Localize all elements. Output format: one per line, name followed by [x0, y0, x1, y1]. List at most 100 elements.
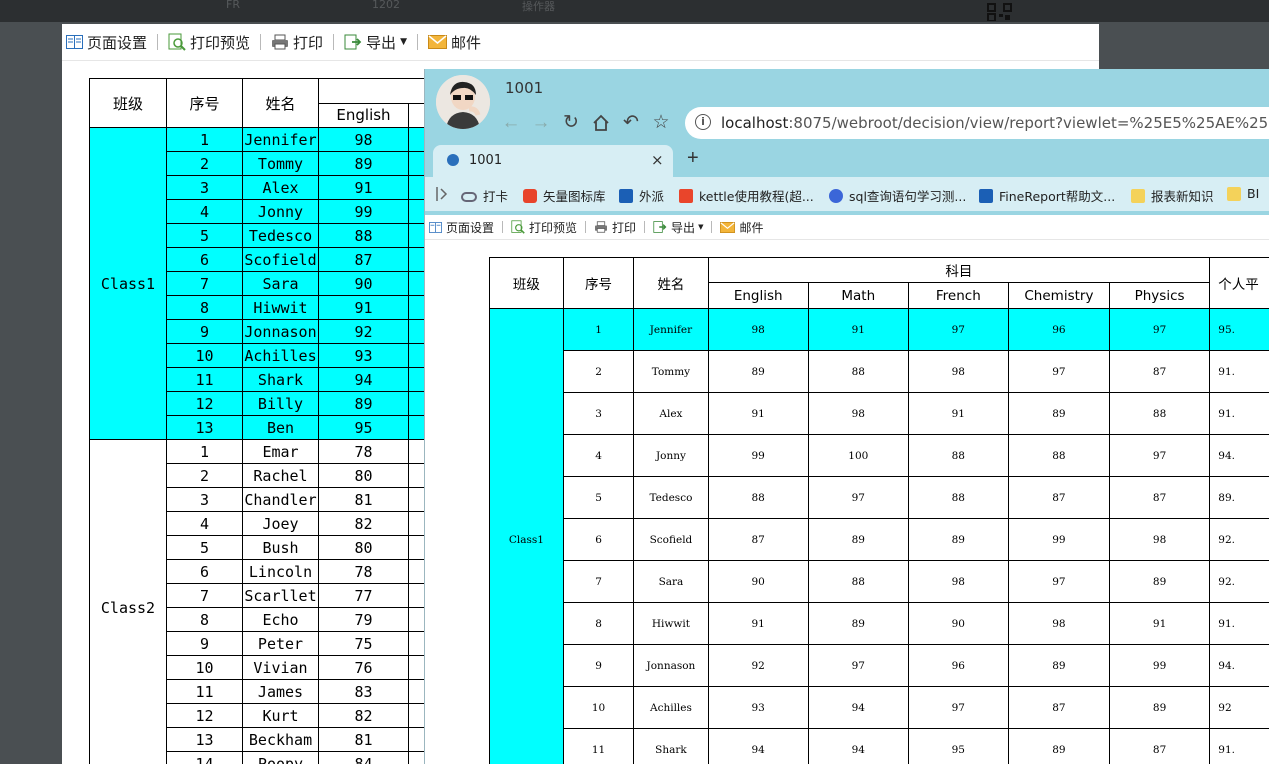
new-tab-button[interactable]: + — [687, 147, 699, 170]
sidebar-toggle-icon[interactable] — [435, 186, 449, 202]
toolbar-divider — [416, 34, 418, 50]
score-cell: 89 — [1007, 644, 1110, 687]
seq-cell: 7 — [166, 271, 243, 296]
seq-cell: 12 — [166, 703, 243, 728]
score-cell: 91 — [807, 308, 909, 351]
score-cell: 98 — [1108, 518, 1211, 561]
seq-cell: 1 — [166, 127, 243, 152]
ghost-text: 操作器 — [522, 0, 555, 13]
bookmark-item[interactable]: kettle使用教程(超... — [679, 186, 814, 205]
back-button[interactable]: ← — [499, 111, 523, 135]
url-host: localhost — [721, 114, 789, 132]
name-cell: Echo — [242, 607, 319, 632]
header-english: English — [318, 102, 409, 128]
export-button[interactable]: 导出 ▼ — [340, 32, 411, 53]
mail-button[interactable]: 邮件 — [424, 32, 485, 53]
name-cell: Tommy — [242, 151, 319, 176]
seq-cell: 11 — [166, 679, 243, 704]
iconfont-icon — [523, 188, 537, 203]
mail-button[interactable]: 邮件 — [716, 219, 767, 236]
avatar[interactable] — [436, 75, 490, 129]
english-cell: 78 — [318, 559, 409, 584]
toolbar-divider — [333, 34, 335, 50]
average-cell: 92 — [1209, 686, 1269, 729]
seq-cell: 5 — [166, 535, 243, 560]
close-icon[interactable]: × — [651, 151, 664, 169]
reload-button[interactable]: ↻ — [559, 111, 583, 135]
bookmark-item[interactable]: 外派 — [619, 186, 664, 205]
link-icon — [461, 191, 477, 202]
export-label: 导出 — [366, 33, 397, 52]
table-row: 4 Jonny 99 100 88 88 97 94. — [490, 434, 1269, 477]
score-cell: 96 — [907, 644, 1009, 687]
bookmark-item[interactable]: 打卡 — [461, 186, 508, 205]
address-bar[interactable]: i localhost:8075/webroot/decision/view/r… — [685, 107, 1269, 139]
name-cell: Chandler — [242, 487, 319, 512]
bookmark-item[interactable]: sql查询语句学习测... — [829, 186, 966, 205]
seq-cell: 1 — [166, 439, 243, 464]
english-cell: 87 — [318, 247, 409, 272]
name-cell: Kurt — [242, 703, 319, 728]
table-row: 11 Shark 94 94 95 89 87 91. — [490, 728, 1269, 764]
name-cell: Jonnason — [242, 319, 319, 344]
tab-1001[interactable]: 1001 × — [433, 145, 673, 178]
name-cell: Achilles — [242, 343, 319, 368]
bookmark-item[interactable]: FineReport帮助文... — [979, 186, 1115, 205]
export-button[interactable]: 导出 ▼ — [649, 219, 707, 236]
header-subject-chemistry: Chemistry — [1007, 282, 1110, 309]
page-setup-button[interactable]: 页面设置 — [425, 219, 498, 236]
table-row: 7 Sara 90 88 98 97 89 92. — [490, 560, 1269, 603]
bookmark-label: BI — [1247, 186, 1260, 201]
english-cell: 99 — [318, 199, 409, 224]
score-cell: 95 — [907, 728, 1009, 764]
print-preview-icon — [168, 33, 186, 51]
bookmark-folder[interactable]: BI — [1227, 186, 1259, 201]
seq-cell: 9 — [166, 319, 243, 344]
name-cell: Alex — [633, 392, 709, 435]
flag-icon — [979, 188, 993, 203]
bookmark-star-button[interactable]: ☆ — [649, 111, 673, 135]
header-subject-physics: Physics — [1108, 282, 1211, 309]
bookmarks-bar: 打卡 矢量图标库 外派 kettle使用教程(超... sql查询语句学习测..… — [425, 177, 1269, 211]
header-seq: 序号 — [562, 257, 635, 309]
print-button[interactable]: 打印 — [267, 32, 327, 53]
name-cell: Jonny — [242, 199, 319, 224]
folder-icon — [1227, 186, 1241, 201]
class-cell: Class2 — [89, 439, 167, 764]
undo-button[interactable]: ↶ — [619, 111, 643, 135]
page-setup-button[interactable]: 页面设置 — [62, 32, 151, 53]
print-preview-button[interactable]: 打印预览 — [507, 219, 581, 236]
score-cell: 88 — [807, 560, 909, 603]
info-icon: i — [695, 114, 711, 130]
english-cell: 82 — [318, 703, 409, 728]
score-cell: 87 — [1108, 728, 1211, 764]
header-name: 姓名 — [633, 257, 709, 309]
seq-cell: 2 — [166, 463, 243, 488]
bookmark-label: FineReport帮助文... — [999, 189, 1116, 204]
bookmark-item[interactable]: 矢量图标库 — [523, 186, 606, 205]
export-icon — [653, 221, 667, 233]
print-preview-button[interactable]: 打印预览 — [164, 32, 254, 53]
print-preview-icon — [511, 220, 525, 234]
english-cell: 91 — [318, 295, 409, 320]
qr-code-icon[interactable] — [987, 3, 1013, 21]
seq-cell: 10 — [166, 343, 243, 368]
home-button[interactable] — [589, 111, 613, 135]
print-preview-label: 打印预览 — [529, 220, 578, 235]
print-button[interactable]: 打印 — [590, 219, 640, 236]
print-preview-label: 打印预览 — [190, 33, 251, 52]
toolbar-divider — [502, 221, 504, 233]
name-cell: Tommy — [633, 350, 709, 393]
header-name: 姓名 — [242, 78, 319, 128]
table-row: Class1 1 Jennifer 98 91 97 96 97 95. — [489, 308, 1269, 764]
average-cell: 94. — [1209, 434, 1269, 477]
seq-cell: 6 — [562, 518, 635, 561]
bookmark-folder[interactable]: 报表新知识 — [1131, 186, 1214, 205]
seq-cell: 10 — [562, 686, 635, 729]
seq-cell: 6 — [166, 247, 243, 272]
english-cell: 82 — [318, 511, 409, 536]
seq-cell: 11 — [562, 728, 635, 764]
score-cell: 89 — [1108, 686, 1211, 729]
forward-button[interactable]: → — [529, 111, 553, 135]
browser-frame: 1001 ← → ↻ ↶ ☆ i localhost:8075/webroot/… — [425, 69, 1269, 215]
